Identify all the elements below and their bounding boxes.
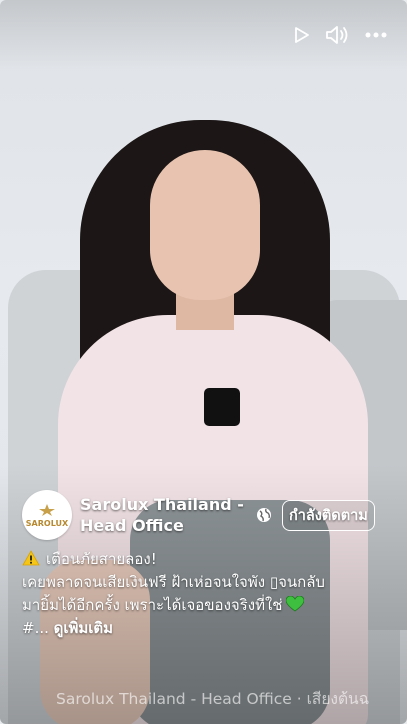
- avatar[interactable]: SAROLUX: [22, 490, 72, 540]
- person-face: [150, 150, 260, 300]
- caption-line-1: เตือนภัยสายลอง!: [22, 548, 402, 571]
- audio-attribution[interactable]: Sarolux Thailand - Head Office · เสียงต้…: [56, 686, 369, 711]
- play-icon[interactable]: [291, 25, 311, 45]
- globe-icon: [256, 506, 274, 524]
- warning-icon: [22, 550, 40, 566]
- video-controls: [291, 24, 387, 46]
- caption-text-3: มายิ้มได้อีกครั้ง เพราะได้เจอของจริงที่ใ…: [22, 596, 283, 614]
- sarolux-logo: SAROLUX: [26, 503, 68, 528]
- following-button[interactable]: กำลังติดตาม: [282, 499, 375, 531]
- page-row: SAROLUX Sarolux Thailand - Head Office ก…: [22, 490, 407, 540]
- see-more-link[interactable]: ดูเพิ่มเติม: [54, 619, 113, 637]
- caption-line-3: มายิ้มได้อีกครั้ง เพราะได้เจอของจริงที่ใ…: [22, 594, 402, 617]
- reel-info-overlay: SAROLUX Sarolux Thailand - Head Office ก…: [22, 490, 407, 640]
- more-icon[interactable]: [365, 32, 387, 38]
- caption-line-4: #... ดูเพิ่มเติม: [22, 617, 402, 640]
- hashtag-truncated: #...: [22, 619, 49, 637]
- page-name-link[interactable]: Sarolux Thailand - Head Office: [80, 494, 250, 536]
- volume-icon[interactable]: [325, 24, 351, 46]
- caption-text-1: เตือนภัยสายลอง!: [46, 550, 157, 568]
- reel-video-frame[interactable]: SAROLUX Sarolux Thailand - Head Office ก…: [0, 0, 407, 724]
- green-heart-icon: [286, 595, 305, 612]
- caption-line-2: เคยพลาดจนเสียเงินฟรี ฝ้าเห่อจนใจพัง ▯จนก…: [22, 573, 325, 591]
- caption: เตือนภัยสายลอง! เคยพลาดจนเสียเงินฟรี ฝ้า…: [22, 548, 402, 640]
- avatar-text: SAROLUX: [25, 518, 69, 528]
- lapel-mic: [204, 388, 240, 426]
